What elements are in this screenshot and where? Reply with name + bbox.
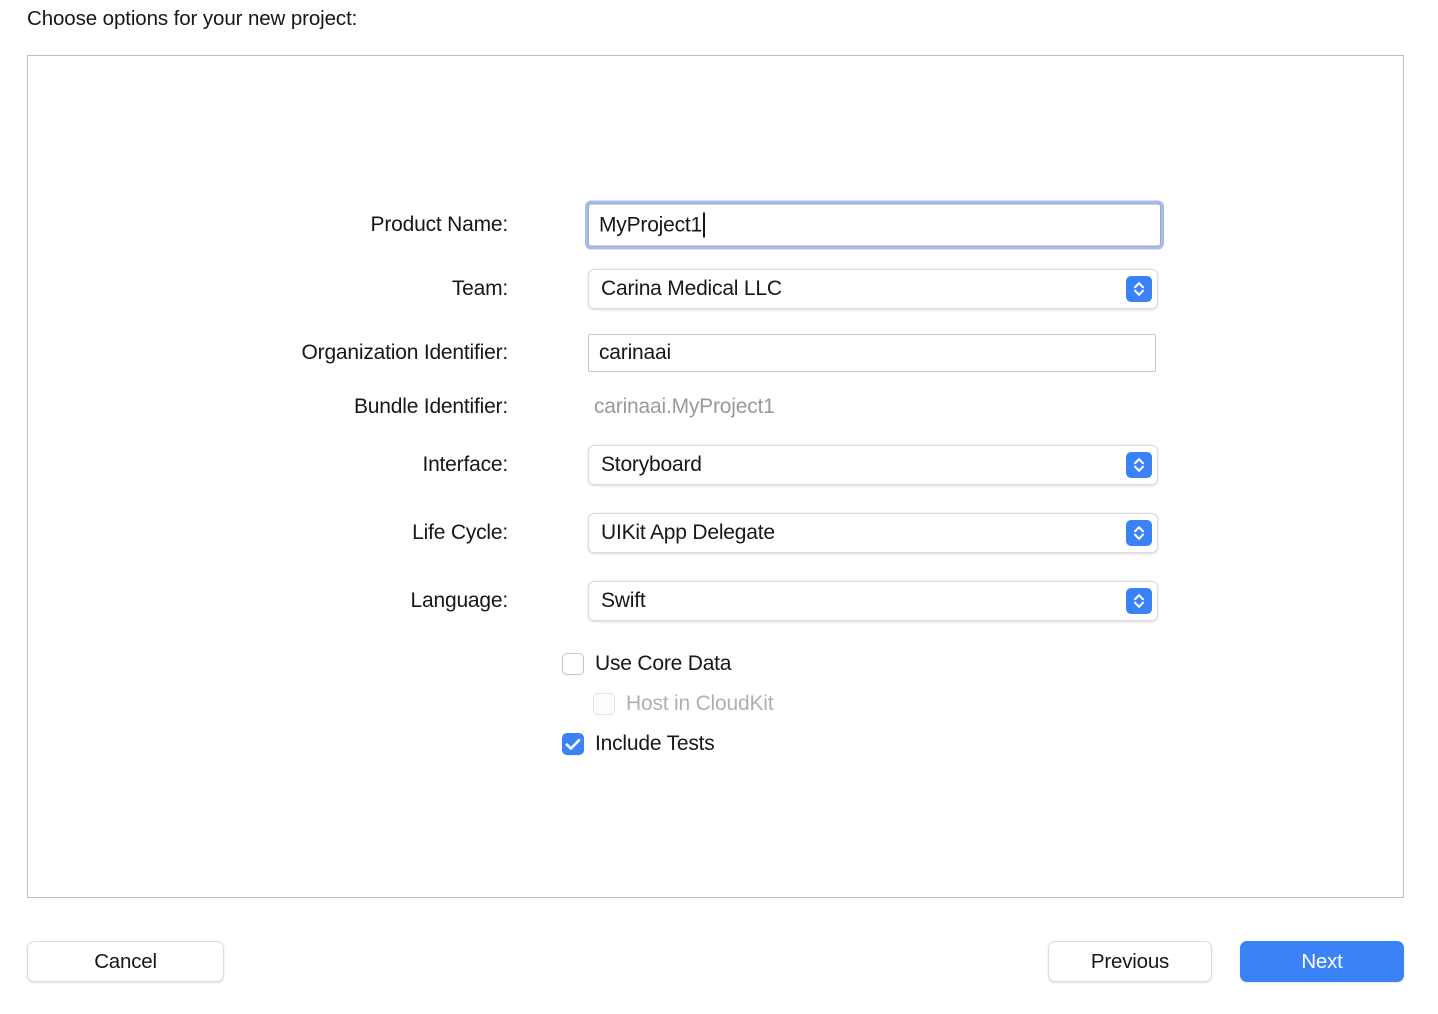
chevron-updown-icon[interactable] [1126, 276, 1152, 302]
include-tests-label: Include Tests [595, 732, 715, 755]
checkbox-row-host-in-cloudkit: Host in CloudKit [593, 692, 774, 716]
chevron-updown-icon[interactable] [1126, 588, 1152, 614]
organization-identifier-label: Organization Identifier: [301, 341, 509, 364]
language-value: Swift [601, 589, 646, 612]
interface-dropdown[interactable]: Storyboard [588, 445, 1158, 485]
interface-value: Storyboard [601, 453, 702, 476]
product-name-label: Product Name: [370, 213, 509, 236]
team-label: Team: [451, 277, 508, 300]
chevron-updown-icon[interactable] [1126, 452, 1152, 478]
language-dropdown[interactable]: Swift [588, 581, 1158, 621]
text-cursor [703, 212, 705, 238]
host-in-cloudkit-label: Host in CloudKit [626, 692, 774, 715]
options-panel: Product Name: MyProject1 Team: Carina Me… [27, 55, 1404, 898]
host-in-cloudkit-checkbox [593, 693, 615, 715]
page-title: Choose options for your new project: [27, 7, 358, 30]
life-cycle-label: Life Cycle: [412, 521, 508, 544]
previous-button[interactable]: Previous [1048, 941, 1212, 982]
product-name-input[interactable]: MyProject1 [588, 203, 1161, 247]
life-cycle-dropdown[interactable]: UIKit App Delegate [588, 513, 1158, 553]
include-tests-checkbox[interactable] [562, 733, 584, 755]
team-dropdown[interactable]: Carina Medical LLC [588, 269, 1158, 309]
use-core-data-checkbox[interactable] [562, 653, 584, 675]
interface-label: Interface: [422, 453, 508, 476]
life-cycle-value: UIKit App Delegate [601, 521, 775, 544]
chevron-updown-icon[interactable] [1126, 520, 1152, 546]
bundle-identifier-label: Bundle Identifier: [353, 395, 508, 418]
bundle-identifier-value: carinaai.MyProject1 [594, 395, 775, 418]
use-core-data-label: Use Core Data [595, 652, 732, 675]
organization-identifier-input[interactable]: carinaai [588, 334, 1156, 372]
checkbox-row-use-core-data[interactable]: Use Core Data [562, 652, 731, 676]
cancel-button[interactable]: Cancel [27, 941, 224, 982]
team-value: Carina Medical LLC [601, 277, 782, 300]
product-name-value: MyProject1 [599, 213, 703, 236]
organization-identifier-value: carinaai [599, 341, 671, 364]
checkbox-row-include-tests[interactable]: Include Tests [562, 732, 715, 756]
next-button[interactable]: Next [1240, 941, 1404, 982]
language-label: Language: [410, 589, 509, 612]
